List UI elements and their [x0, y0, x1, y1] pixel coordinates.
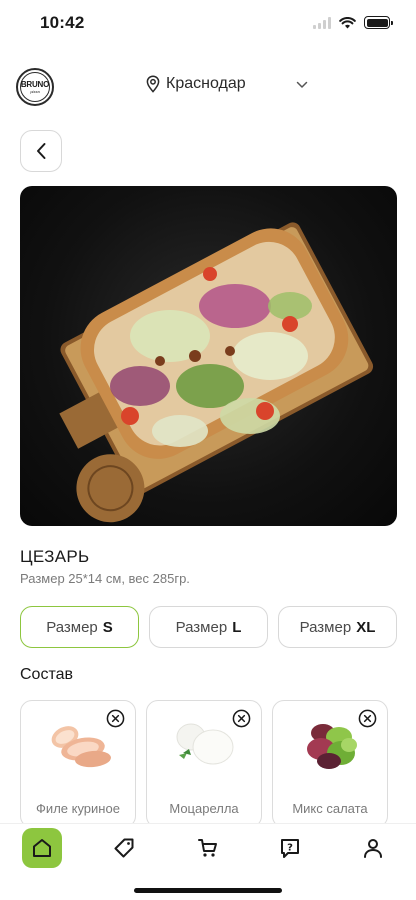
- cellular-signal-icon: [313, 16, 331, 29]
- size-label: Размер: [46, 618, 98, 636]
- remove-ingredient-icon[interactable]: [358, 709, 377, 728]
- composition-title: Состав: [20, 666, 73, 683]
- ingredient-name: Микс салата: [292, 801, 368, 816]
- size-option-xl[interactable]: Размер XL: [278, 606, 397, 648]
- tab-promotions[interactable]: [104, 828, 144, 868]
- home-icon: [33, 839, 51, 857]
- city-name: Краснодар: [166, 75, 246, 92]
- brand-logo[interactable]: BRUNO pizza: [16, 68, 54, 106]
- ingredient-card[interactable]: Микс салата: [272, 700, 388, 828]
- ingredient-list: Филе куриное Моцарелла Микс салата: [20, 700, 388, 828]
- status-icons: [313, 16, 393, 29]
- battery-icon: [364, 16, 393, 29]
- chicken-icon: [51, 726, 111, 768]
- tab-home[interactable]: [22, 828, 62, 868]
- tab-help[interactable]: ?: [270, 828, 310, 868]
- help-icon: ?: [281, 839, 299, 858]
- product-image: [20, 186, 397, 526]
- tag-icon: [114, 838, 134, 858]
- profile-icon: [364, 839, 382, 858]
- salad-icon: [307, 724, 357, 769]
- ingredient-name: Моцарелла: [169, 801, 239, 816]
- tab-bar: ?: [0, 823, 416, 900]
- header: BRUNO pizza Краснодар: [0, 64, 416, 112]
- size-letter: XL: [356, 618, 376, 636]
- location-pin-icon: [146, 75, 160, 93]
- home-indicator: [134, 888, 282, 893]
- product-description: Размер 25*14 см, вес 285гр.: [20, 571, 190, 586]
- size-letter: L: [232, 618, 242, 636]
- city-selector[interactable]: Краснодар: [146, 75, 246, 93]
- tab-profile[interactable]: [353, 828, 393, 868]
- ingredient-card[interactable]: Филе куриное: [20, 700, 136, 828]
- size-option-l[interactable]: Размер L: [149, 606, 268, 648]
- size-letter: S: [102, 618, 113, 636]
- size-label: Размер: [175, 618, 228, 636]
- size-option-s[interactable]: Размер S: [20, 606, 139, 648]
- cart-icon: [198, 839, 217, 857]
- size-selector: Размер S Размер L Размер XL: [20, 606, 397, 648]
- tab-cart[interactable]: [188, 828, 228, 868]
- svg-text:?: ?: [287, 843, 293, 854]
- wifi-icon: [339, 16, 356, 28]
- product-title: ЦЕЗАРЬ: [20, 547, 90, 566]
- remove-ingredient-icon[interactable]: [106, 709, 125, 728]
- ingredient-name: Филе куриное: [36, 801, 120, 816]
- status-time: 10:42: [40, 13, 85, 32]
- logo-text: BRUNO: [20, 79, 50, 89]
- status-bar: 10:42: [0, 0, 416, 48]
- mozzarella-icon: [176, 723, 234, 765]
- back-button[interactable]: [20, 130, 62, 172]
- pizza-photo: [59, 222, 374, 523]
- logo-sub: pizza: [30, 88, 40, 94]
- remove-ingredient-icon[interactable]: [232, 709, 251, 728]
- size-label: Размер: [299, 618, 352, 636]
- ingredient-card[interactable]: Моцарелла: [146, 700, 262, 828]
- chevron-left-icon: [37, 143, 46, 159]
- chevron-down-icon[interactable]: [296, 81, 308, 89]
